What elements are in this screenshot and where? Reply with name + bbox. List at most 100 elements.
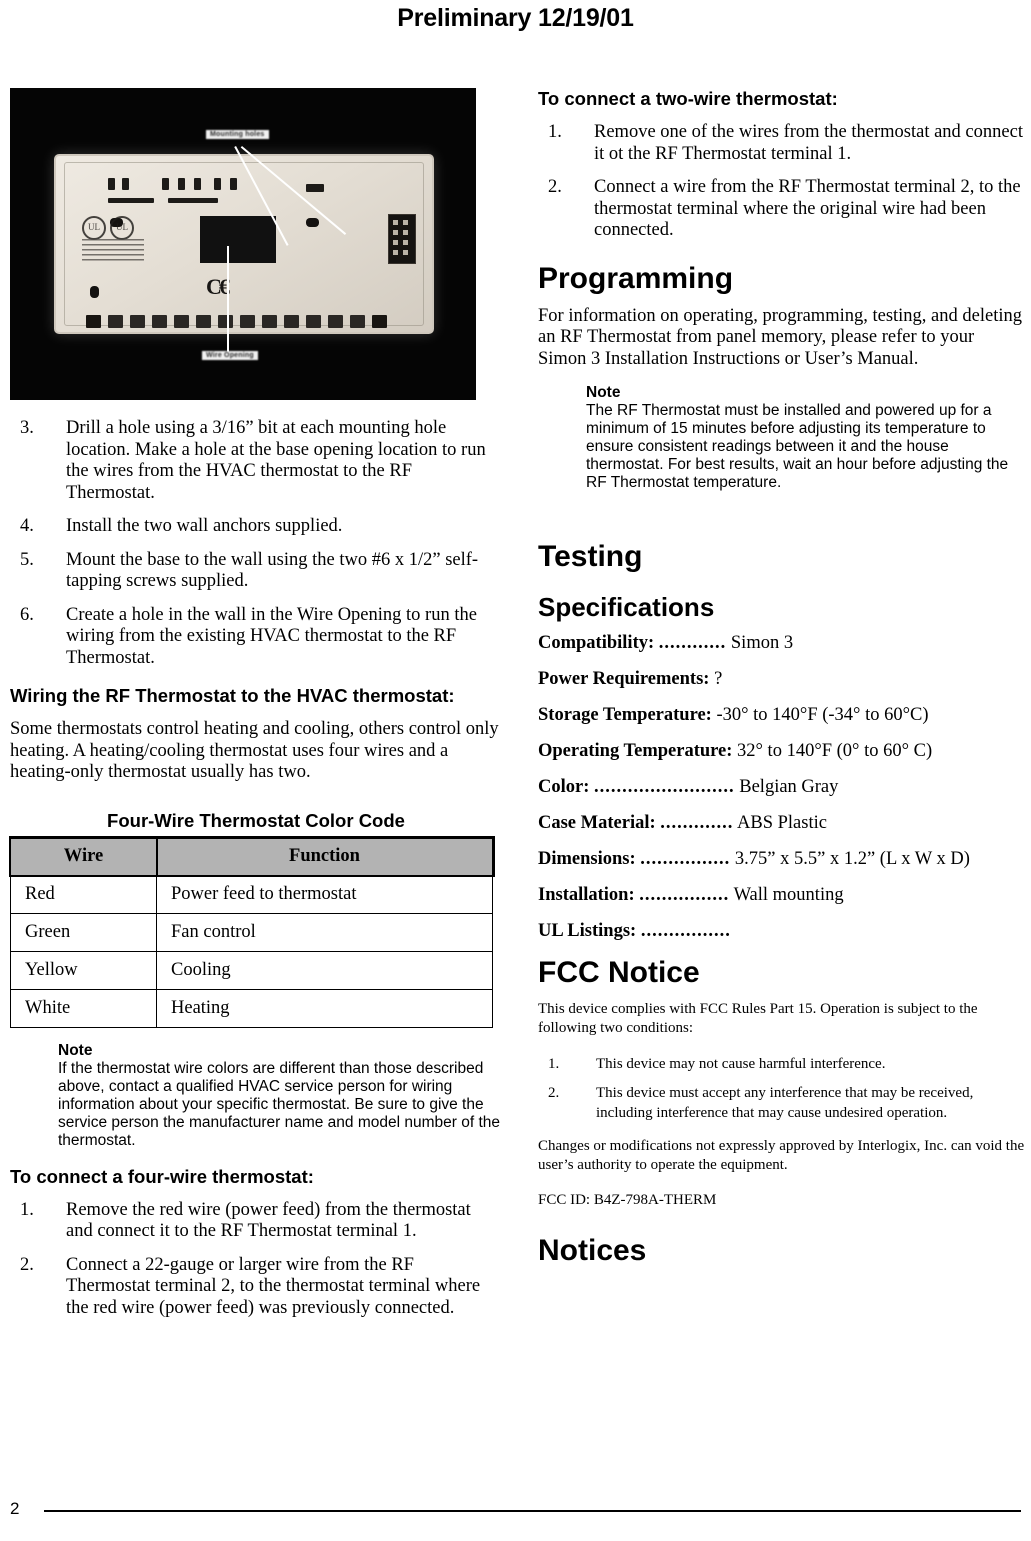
list-item: 5. Mount the base to the wall using the … bbox=[10, 550, 502, 593]
spec-value: ? bbox=[714, 669, 723, 689]
cell-function: Heating bbox=[156, 988, 493, 1028]
spec-row-color: Color: ......................... Belgian… bbox=[538, 776, 1026, 798]
cell-function: Cooling bbox=[156, 950, 493, 990]
ce-mark: C€ bbox=[206, 274, 230, 299]
table-title-color-code: Four-Wire Thermostat Color Code bbox=[107, 809, 405, 831]
fcc-id-text: FCC ID: B4Z-798A-THERM bbox=[538, 1192, 717, 1208]
spec-dot-leader: ............ bbox=[658, 633, 727, 653]
spec-label: UL Listings: bbox=[538, 921, 637, 941]
four-wire-color-code-table: Wire Function Red Power feed to thermost… bbox=[8, 836, 495, 1028]
column-header-function: Function bbox=[155, 837, 494, 876]
spec-value: Wall mounting bbox=[733, 885, 844, 905]
thermostat-base-image: UL UL C€ bbox=[54, 154, 434, 334]
spec-row-power-requirements: Power Requirements: ? bbox=[538, 668, 1026, 690]
list-item: 1. This device may not cause harmful int… bbox=[538, 1054, 1026, 1074]
spec-dot-leader: ................ bbox=[639, 885, 730, 905]
list-text: Create a hole in the wall in the Wire Op… bbox=[66, 604, 477, 668]
agency-marks: UL UL bbox=[82, 216, 144, 264]
list-text: Remove the red wire (power feed) from th… bbox=[66, 1199, 471, 1242]
cell-wire: White bbox=[10, 988, 157, 1028]
table-row: Green Fan control bbox=[10, 912, 493, 952]
spec-dot-leader: ......................... bbox=[594, 777, 735, 797]
list-item: 2. This device must accept any interfere… bbox=[538, 1083, 1026, 1123]
rf-thermostat-back-photo: UL UL C€ Mounting holes Wire Opening bbox=[10, 88, 476, 400]
two-wire-steps-list: 1. Remove one of the wires from the ther… bbox=[538, 122, 1026, 242]
fcc-changes-paragraph: Changes or modifications not expressly a… bbox=[538, 1138, 1025, 1173]
heading-notices: Notices bbox=[538, 1234, 647, 1267]
footer-rule bbox=[44, 1510, 1021, 1512]
list-item: 1. Remove the red wire (power feed) from… bbox=[10, 1200, 502, 1243]
mounting-steps-list: 3. Drill a hole using a 3/16” bit at eac… bbox=[10, 418, 502, 669]
list-text: Connect a 22-gauge or larger wire from t… bbox=[66, 1254, 481, 1318]
label-plate bbox=[200, 216, 276, 263]
terminal-connector bbox=[388, 214, 416, 264]
list-text: Remove one of the wires from the thermos… bbox=[594, 122, 1023, 164]
note-title: Note bbox=[58, 1041, 93, 1059]
mounting-hole-right bbox=[306, 218, 319, 227]
spec-row-installation: Installation: ................ Wall moun… bbox=[538, 884, 1026, 906]
spec-label: Operating Temperature: bbox=[538, 741, 733, 761]
right-column: To connect a two-wire thermostat: 1. Rem… bbox=[538, 88, 1026, 1278]
list-item: 3. Drill a hole using a 3/16” bit at eac… bbox=[10, 418, 502, 504]
spec-dot-leader: ............. bbox=[660, 813, 734, 833]
note-title: Note bbox=[586, 384, 621, 401]
heading-specifications: Specifications bbox=[538, 592, 715, 622]
list-text: This device must accept any interference… bbox=[596, 1085, 974, 1121]
ul-mark-right: UL bbox=[110, 216, 134, 240]
table-row: Red Power feed to thermostat bbox=[10, 874, 493, 914]
specifications-list: Compatibility: ............ Simon 3 Powe… bbox=[538, 632, 1026, 942]
cell-function: Fan control bbox=[156, 912, 493, 952]
column-header-wire: Wire bbox=[9, 837, 158, 876]
list-number: 2. bbox=[548, 1085, 560, 1101]
agency-fine-print bbox=[82, 239, 144, 263]
wiring-paragraph: Some thermostats control heating and coo… bbox=[10, 719, 499, 782]
list-text: Drill a hole using a 3/16” bit at each m… bbox=[66, 418, 486, 503]
spec-label: Compatibility: bbox=[538, 633, 655, 653]
list-item: 2. Connect a wire from the RF Thermostat… bbox=[538, 177, 1026, 242]
list-number: 1. bbox=[548, 1056, 560, 1072]
page-number: 2 bbox=[10, 1499, 20, 1518]
page-footer: 2 bbox=[10, 1499, 1021, 1523]
spec-row-ul-listings: UL Listings: ................ bbox=[538, 920, 1026, 942]
heading-fcc-notice: FCC Notice bbox=[538, 956, 700, 989]
cell-wire: Red bbox=[10, 874, 157, 914]
spec-label: Case Material: bbox=[538, 813, 656, 833]
spec-row-storage-temperature: Storage Temperature: -30° to 140°F (-34°… bbox=[538, 704, 1026, 726]
spec-value: ABS Plastic bbox=[737, 813, 827, 833]
spec-label: Storage Temperature: bbox=[538, 705, 712, 725]
note-text: If the thermostat wire colors are differ… bbox=[58, 1059, 500, 1149]
heading-connect-two-wire: To connect a two-wire thermostat: bbox=[538, 88, 838, 109]
list-number: 2. bbox=[20, 1254, 34, 1275]
list-number: 3. bbox=[20, 418, 34, 438]
heading-wiring-rf-thermostat: Wiring the RF Thermostat to the HVAC the… bbox=[10, 685, 455, 706]
heading-testing: Testing bbox=[538, 540, 643, 573]
spec-value: 3.75” x 5.5” x 1.2” (L x W x D) bbox=[734, 849, 970, 869]
list-text: Install the two wall anchors supplied. bbox=[66, 516, 343, 536]
fcc-intro-paragraph: This device complies with FCC Rules Part… bbox=[538, 1001, 978, 1036]
spec-dot-leader: ................ bbox=[640, 849, 731, 869]
list-number: 4. bbox=[20, 516, 34, 536]
spec-row-dimensions: Dimensions: ................ 3.75” x 5.5… bbox=[538, 848, 1026, 870]
table-row: White Heating bbox=[10, 988, 493, 1028]
four-wire-steps-list: 1. Remove the red wire (power feed) from… bbox=[10, 1200, 502, 1320]
list-item: 4. Install the two wall anchors supplied… bbox=[10, 516, 502, 538]
note-text: The RF Thermostat must be installed and … bbox=[586, 402, 1009, 491]
spec-row-operating-temperature: Operating Temperature: 32° to 140°F (0° … bbox=[538, 740, 1026, 762]
callout-label-mounting-holes: Mounting holes bbox=[206, 130, 269, 139]
spec-value: Belgian Gray bbox=[739, 777, 839, 797]
spec-row-compatibility: Compatibility: ............ Simon 3 bbox=[538, 632, 1026, 654]
list-number: 5. bbox=[20, 549, 34, 570]
list-item: 2. Connect a 22-gauge or larger wire fro… bbox=[10, 1255, 502, 1320]
spec-label: Power Requirements: bbox=[538, 669, 710, 689]
list-text: Connect a wire from the RF Thermostat te… bbox=[594, 177, 1021, 240]
cell-wire: Yellow bbox=[10, 950, 157, 990]
spec-value: Simon 3 bbox=[730, 633, 794, 653]
heading-connect-four-wire: To connect a four-wire thermostat: bbox=[10, 1165, 314, 1187]
list-number: 1. bbox=[20, 1199, 34, 1220]
ul-mark-left: UL bbox=[82, 216, 106, 240]
spec-label: Installation: bbox=[538, 885, 635, 905]
list-item: 6. Create a hole in the wall in the Wire… bbox=[10, 605, 502, 670]
spec-label: Dimensions: bbox=[538, 849, 636, 869]
list-text: This device may not cause harmful interf… bbox=[596, 1056, 886, 1072]
spec-label: Color: bbox=[538, 777, 590, 797]
